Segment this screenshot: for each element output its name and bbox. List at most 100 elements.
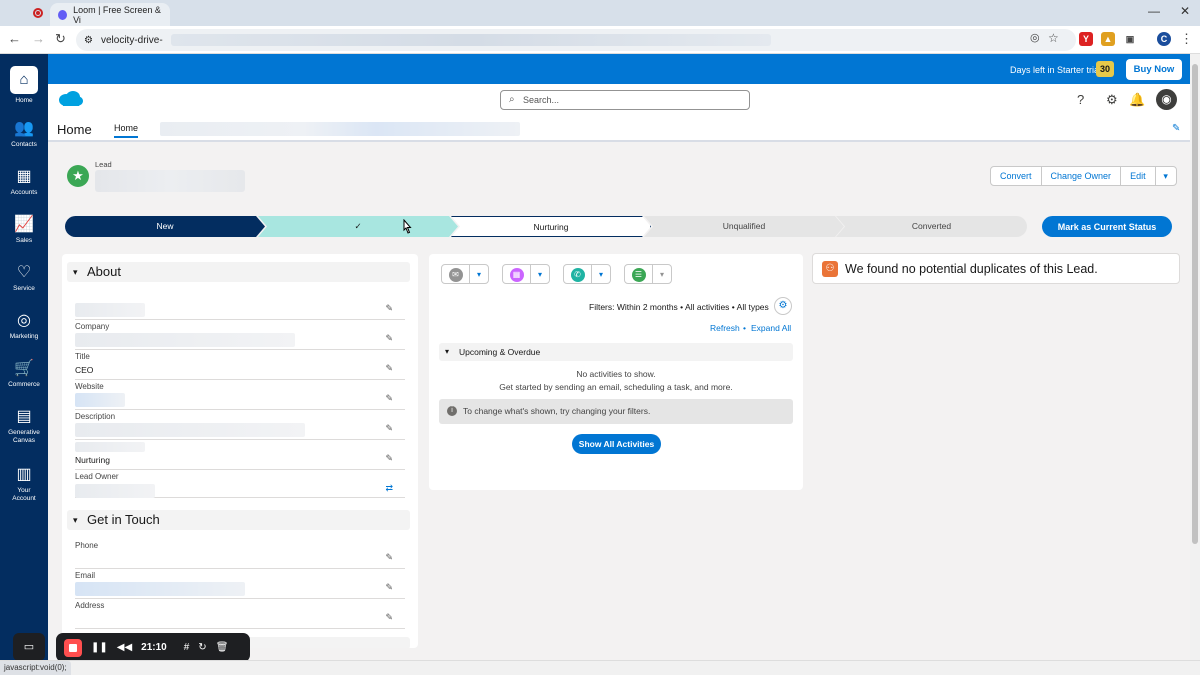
chevron-down-icon[interactable]: ▾	[592, 270, 610, 279]
field-value-redacted[interactable]	[75, 484, 155, 498]
salesforce-logo-icon[interactable]	[58, 90, 84, 108]
app-navigation-bar: Home Home ✎	[48, 118, 1190, 142]
nav-item-generative-canvas[interactable]: ▤ Generative Canvas	[0, 408, 48, 445]
nav-item-home[interactable]: ⌂ Home	[0, 66, 48, 105]
nav-label: Sales	[15, 237, 33, 244]
chevron-down-icon: ▾	[445, 347, 450, 356]
record-name-redacted	[95, 170, 245, 192]
edit-pencil-icon[interactable]: ✎	[385, 303, 393, 314]
edit-pencil-icon[interactable]: ✎	[385, 582, 393, 593]
edit-button[interactable]: Edit	[1120, 166, 1156, 186]
task-action-button[interactable]: ☰ ▾	[624, 264, 672, 284]
global-header: ⌕ Search... ? ⚙ 🔔 ◉	[48, 84, 1190, 118]
back-icon[interactable]: ←	[8, 31, 21, 46]
browser-menu-icon[interactable]: ⋮	[1180, 31, 1193, 47]
buy-now-button[interactable]: Buy Now	[1126, 59, 1182, 80]
reload-icon[interactable]: ↻	[55, 31, 66, 47]
edit-pencil-icon[interactable]: ✎	[385, 363, 393, 374]
close-window-icon[interactable]: ✕	[1180, 4, 1190, 18]
path-step-unqualified[interactable]: Unqualified	[644, 216, 844, 237]
duplicates-message: We found no potential duplicates of this…	[845, 262, 1098, 276]
section-title: About	[87, 264, 121, 279]
path-step-completed[interactable]: ✓	[258, 216, 458, 237]
field-label: Title	[75, 352, 90, 361]
edit-pencil-icon[interactable]: ✎	[385, 453, 393, 464]
grid-icon[interactable]: #	[184, 642, 190, 653]
info-icon: i	[447, 406, 457, 416]
extension-icon[interactable]: ▲	[1101, 32, 1115, 46]
help-icon[interactable]: ?	[1077, 92, 1084, 107]
delete-trash-icon[interactable]: 🗑	[216, 642, 229, 653]
calendar-icon: ▦	[509, 267, 524, 282]
nav-item-contacts[interactable]: 👥 Contacts	[0, 120, 48, 149]
field-label: Website	[75, 382, 104, 391]
change-owner-button[interactable]: Change Owner	[1040, 166, 1122, 186]
section-get-in-touch-header[interactable]: ▾ Get in Touch	[67, 510, 410, 530]
loom-camera-toggle-icon[interactable]: ▭	[13, 633, 45, 661]
upcoming-overdue-header[interactable]: ▾ Upcoming & Overdue	[439, 343, 793, 361]
chevron-down-icon[interactable]: ▾	[531, 270, 549, 279]
scrollbar-thumb[interactable]	[1192, 64, 1198, 544]
bookmark-star-icon[interactable]: ☆	[1048, 31, 1059, 45]
path-step-converted[interactable]: Converted	[836, 216, 1027, 237]
filter-gear-icon[interactable]: ⚙	[774, 297, 792, 315]
field-address: Address ✎	[75, 601, 405, 629]
convert-button[interactable]: Convert	[990, 166, 1042, 186]
extension-y-icon[interactable]: Y	[1079, 32, 1093, 46]
trial-days-badge: 30	[1096, 61, 1114, 77]
horizontal-scrollbar[interactable]	[0, 660, 1200, 675]
expand-all-link[interactable]: Expand All	[751, 323, 791, 333]
change-owner-icon[interactable]: ⇄	[385, 483, 393, 494]
field-value-redacted[interactable]	[75, 393, 125, 407]
edit-pencil-icon[interactable]: ✎	[385, 333, 393, 344]
edit-nav-pencil-icon[interactable]: ✎	[1172, 123, 1180, 134]
nav-item-sales[interactable]: 📈 Sales	[0, 216, 48, 245]
search-icon: ⌕	[509, 94, 515, 105]
global-search-input[interactable]: ⌕ Search...	[500, 90, 750, 110]
page-scrollbar[interactable]	[1190, 54, 1200, 660]
nav-item-commerce[interactable]: 🛒 Commerce	[0, 360, 48, 389]
lead-status-path: New ✓ Nurturing Unqualified Converted	[65, 216, 1027, 237]
rewind-icon[interactable]: ◀◀	[117, 642, 132, 653]
edit-pencil-icon[interactable]: ✎	[385, 393, 393, 404]
mark-as-current-status-button[interactable]: Mark as Current Status	[1042, 216, 1172, 237]
call-action-button[interactable]: ✆ ▾	[563, 264, 611, 284]
path-step-nurturing[interactable]: Nurturing	[451, 216, 651, 237]
link-status-text: javascript:void(0);	[0, 661, 71, 675]
address-bar[interactable]: ⚙ velocity-drive-	[76, 29, 1076, 51]
edit-pencil-icon[interactable]: ✎	[385, 552, 393, 563]
refresh-link[interactable]: Refresh	[710, 323, 740, 333]
service-icon: ♡	[16, 264, 32, 281]
show-all-activities-button[interactable]: Show All Activities	[572, 434, 661, 454]
chevron-down-icon[interactable]: ▾	[653, 270, 671, 279]
event-action-button[interactable]: ▦ ▾	[502, 264, 550, 284]
site-settings-icon[interactable]: ⚙	[84, 35, 93, 46]
section-about-header[interactable]: ▾ About	[67, 262, 410, 282]
more-actions-chevron-down-icon[interactable]: ▾	[1154, 166, 1177, 186]
filter-hint-box: i To change what's shown, try changing y…	[439, 399, 793, 424]
setup-gear-icon[interactable]: ⚙	[1106, 92, 1118, 108]
field-value-redacted[interactable]	[75, 582, 245, 596]
nav-item-accounts[interactable]: ▦ Accounts	[0, 168, 48, 197]
notifications-bell-icon[interactable]: 🔔	[1129, 92, 1145, 108]
restart-icon[interactable]: ↻	[198, 642, 206, 653]
extensions-puzzle-icon[interactable]: ▣	[1123, 32, 1137, 46]
minimize-icon[interactable]: —	[1148, 4, 1160, 18]
nav-item-your-account[interactable]: ▥ Your Account	[0, 466, 48, 503]
stop-recording-icon[interactable]	[64, 638, 82, 657]
nav-item-service[interactable]: ♡ Service	[0, 264, 48, 293]
pause-icon[interactable]: ❚❚	[91, 642, 108, 653]
nav-item-marketing[interactable]: ◎ Marketing	[0, 312, 48, 341]
account-icon: ▥	[16, 466, 32, 483]
edit-pencil-icon[interactable]: ✎	[385, 612, 393, 623]
path-step-new[interactable]: New	[65, 216, 265, 237]
eye-off-icon[interactable]: ◎	[1030, 31, 1040, 44]
email-action-button[interactable]: ✉ ▾	[441, 264, 489, 284]
tab-home[interactable]: Home	[114, 123, 139, 138]
browser-tab[interactable]: Loom | Free Screen & Vi	[50, 3, 170, 26]
chevron-down-icon[interactable]: ▾	[470, 270, 488, 279]
profile-icon[interactable]: C	[1157, 32, 1171, 46]
forward-icon[interactable]: →	[32, 31, 45, 46]
edit-pencil-icon[interactable]: ✎	[385, 423, 393, 434]
user-avatar[interactable]: ◉	[1156, 89, 1177, 110]
